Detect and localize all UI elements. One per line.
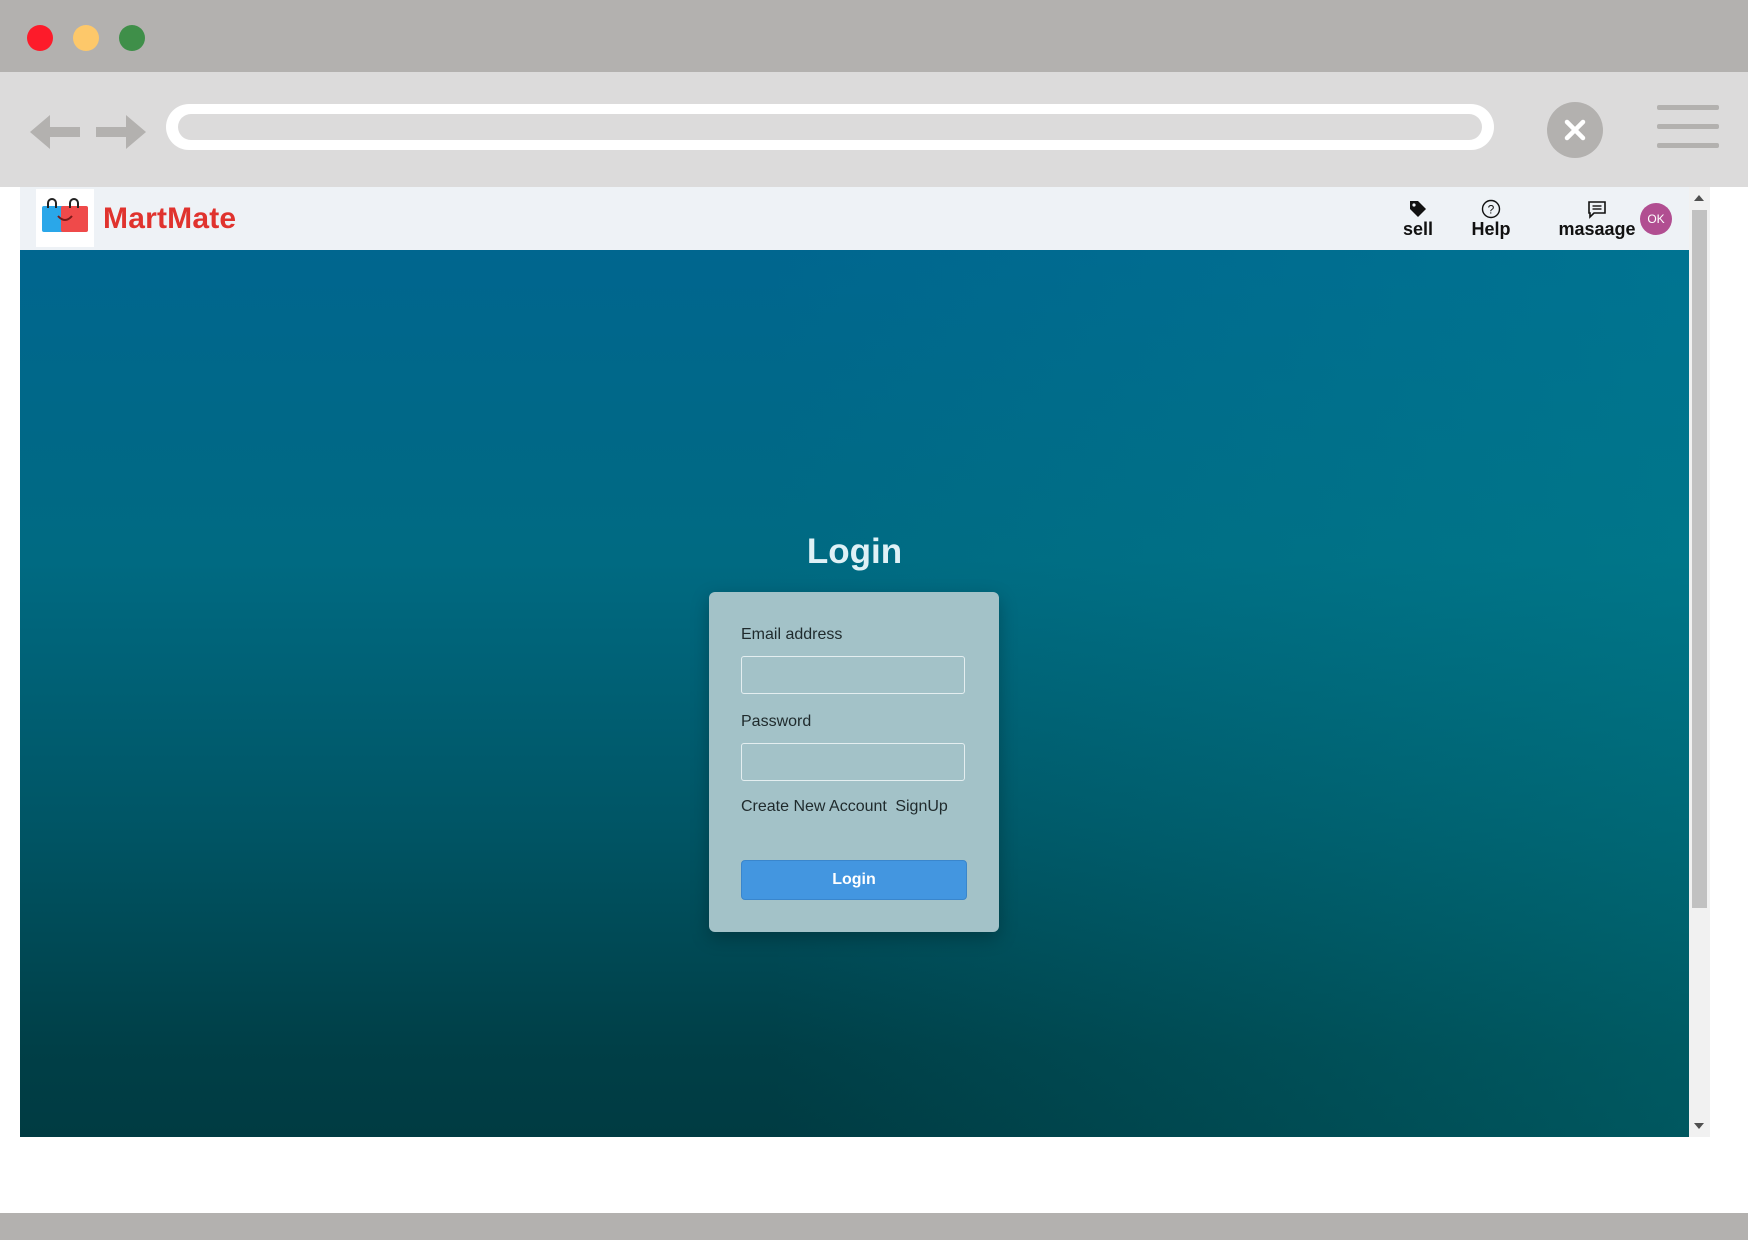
- page-title: Login: [806, 532, 903, 571]
- signup-link[interactable]: SignUp: [895, 798, 947, 815]
- avatar[interactable]: OK: [1640, 203, 1672, 235]
- nav-help[interactable]: ? Help: [1461, 199, 1521, 240]
- logo[interactable]: [36, 189, 94, 247]
- shopping-bags-logo-icon: [42, 198, 88, 232]
- browser-toolbar: [0, 72, 1748, 187]
- window-maximize-button[interactable]: [119, 25, 145, 51]
- close-icon: [1564, 119, 1586, 141]
- browser-titlebar: [0, 0, 1748, 72]
- svg-text:?: ?: [1488, 203, 1495, 217]
- window-minimize-button[interactable]: [73, 25, 99, 51]
- site-navbar: MartMate sell ? Help masaage OK: [20, 187, 1689, 250]
- nav-sell-label: sell: [1402, 219, 1434, 239]
- hamburger-menu-icon: [1657, 105, 1719, 110]
- login-hero: Login Email address Password Create New …: [20, 250, 1689, 1137]
- scroll-up-arrow-icon[interactable]: [1694, 195, 1704, 201]
- page-scrollbar[interactable]: [1689, 187, 1710, 1137]
- brand-name[interactable]: MartMate: [103, 202, 236, 236]
- back-button[interactable]: [30, 112, 80, 152]
- browser-menu-button[interactable]: [1657, 105, 1719, 151]
- password-label: Password: [741, 713, 812, 730]
- tag-icon: [1410, 201, 1426, 217]
- question-circle-icon: ?: [1481, 199, 1501, 219]
- email-field[interactable]: [741, 656, 965, 694]
- arrow-right-icon: [96, 115, 146, 149]
- hamburger-line: [1657, 143, 1719, 148]
- login-card: Email address Password Create New Accoun…: [709, 592, 999, 932]
- forward-button[interactable]: [96, 112, 146, 152]
- chat-bubble-icon: [1588, 201, 1606, 219]
- arrow-left-icon: [30, 115, 80, 149]
- hamburger-line: [1657, 124, 1719, 129]
- address-bar-field[interactable]: [178, 114, 1482, 140]
- nav-sell[interactable]: sell: [1393, 199, 1443, 240]
- signup-row: Create New Account SignUp: [741, 798, 948, 816]
- stop-button[interactable]: [1547, 102, 1603, 158]
- page-viewport: MartMate sell ? Help masaage OK Login Em…: [20, 187, 1710, 1137]
- scroll-down-arrow-icon[interactable]: [1694, 1123, 1704, 1129]
- browser-bottom-bar: [0, 1213, 1748, 1240]
- email-label: Email address: [741, 626, 843, 643]
- nav-help-label: Help: [1471, 219, 1511, 239]
- scrollbar-thumb[interactable]: [1692, 210, 1707, 908]
- window-close-button[interactable]: [27, 25, 53, 51]
- address-bar[interactable]: [166, 104, 1494, 150]
- password-field[interactable]: [741, 743, 965, 781]
- create-account-text: Create New Account: [741, 798, 887, 815]
- login-button[interactable]: Login: [741, 860, 967, 900]
